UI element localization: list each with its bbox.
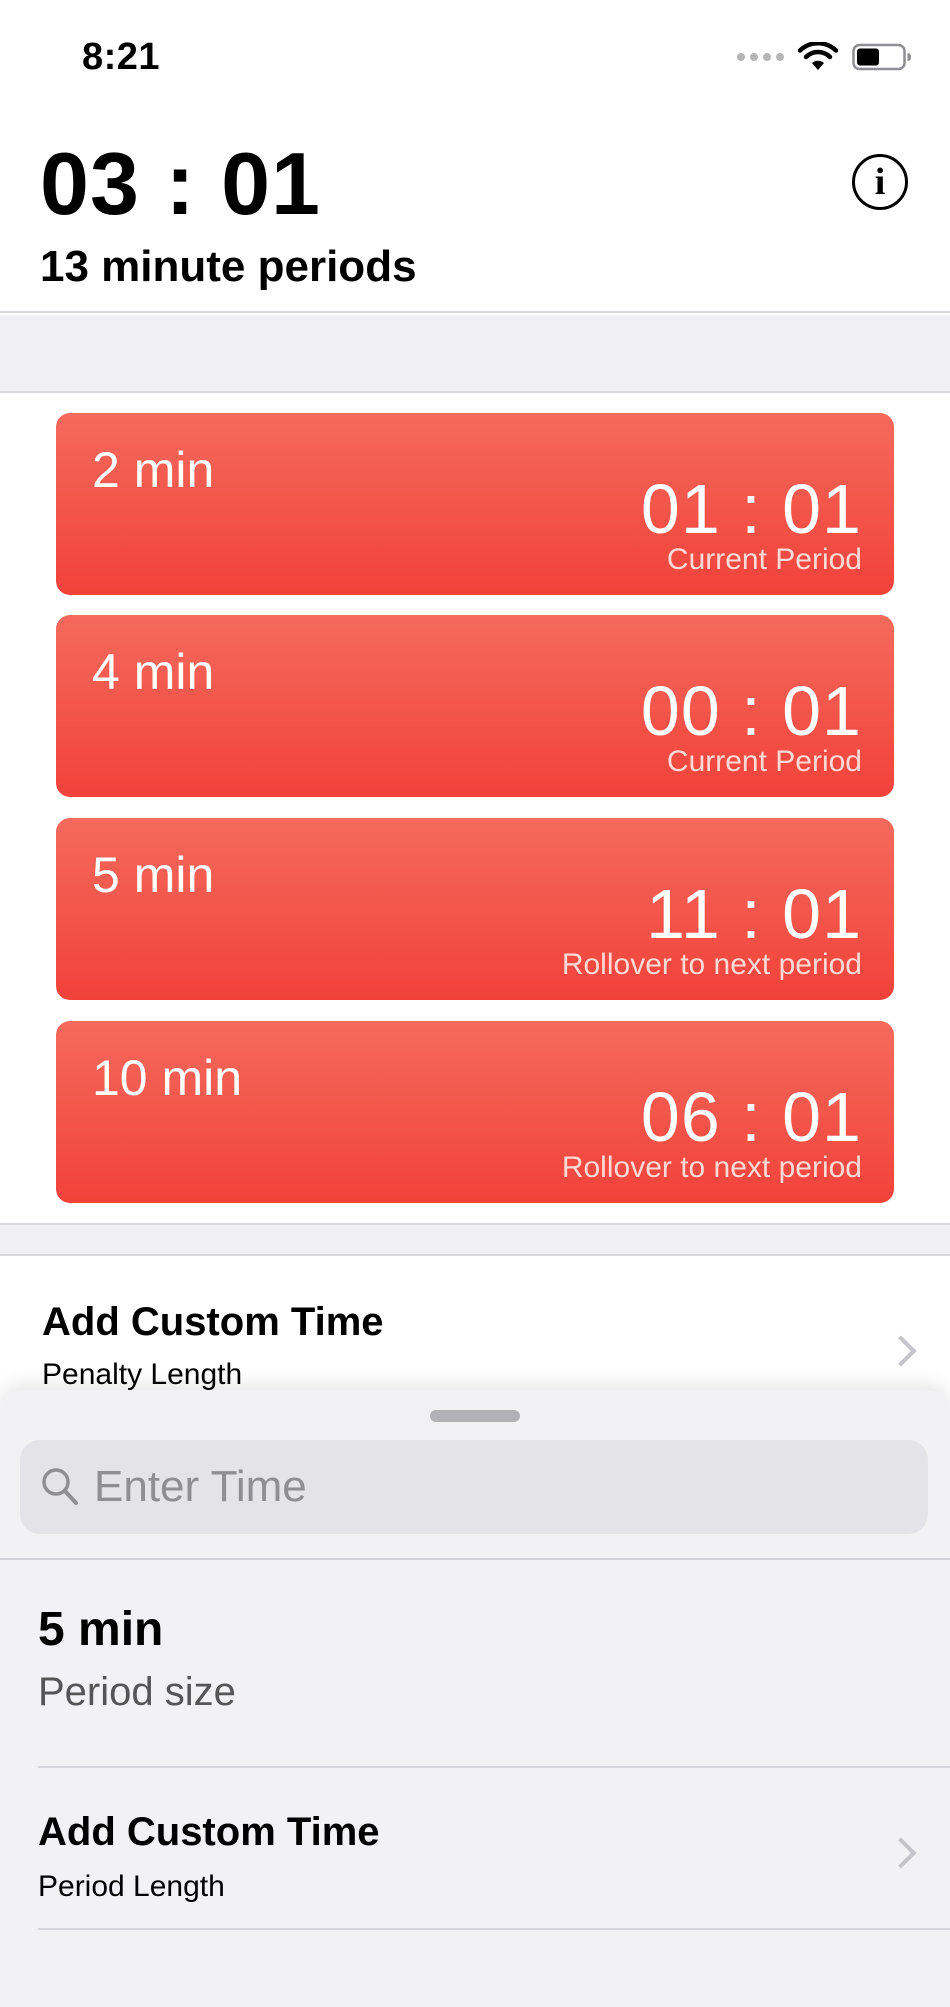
add-custom-period-row[interactable]: Add Custom Time Period Length xyxy=(0,1768,950,1928)
status-time: 8:21 xyxy=(82,36,161,78)
row-subtitle: Penalty Length xyxy=(42,1358,243,1391)
info-icon[interactable]: i xyxy=(852,154,908,210)
section-separator xyxy=(0,315,950,393)
penalty-time-remaining: 01 : 01 xyxy=(640,470,862,548)
penalty-list: 2 min 01 : 01 Current Period 4 min 00 : … xyxy=(0,395,950,1223)
add-custom-penalty-row[interactable]: Add Custom Time Penalty Length xyxy=(0,1256,950,1396)
penalty-length-label: 10 min xyxy=(92,1050,243,1106)
section-separator xyxy=(0,1223,950,1256)
penalty-card-2-min[interactable]: 2 min 01 : 01 Current Period xyxy=(56,413,894,595)
penalty-card-10-min[interactable]: 10 min 06 : 01 Rollover to next period xyxy=(56,1021,894,1203)
penalty-length-label: 2 min xyxy=(92,442,215,498)
penalty-period-note: Current Period xyxy=(666,543,862,576)
penalty-card-4-min[interactable]: 4 min 00 : 01 Current Period xyxy=(56,615,894,797)
penalty-period-note: Rollover to next period xyxy=(561,948,862,981)
signal-dots-icon xyxy=(737,53,784,61)
period-size-row[interactable]: 5 min Period size xyxy=(0,1560,950,1756)
penalty-card-5-min[interactable]: 5 min 11 : 01 Rollover to next period xyxy=(56,818,894,1000)
penalty-length-label: 4 min xyxy=(92,644,215,700)
game-clock: 03 : 01 xyxy=(40,134,321,233)
search-input[interactable] xyxy=(94,1440,904,1534)
divider xyxy=(38,1928,950,1930)
penalty-time-remaining: 00 : 01 xyxy=(640,672,862,750)
penalty-length-label: 5 min xyxy=(92,847,215,903)
search-icon xyxy=(40,1466,80,1513)
chevron-right-icon xyxy=(885,1335,917,1367)
period-length-subtitle: 13 minute periods xyxy=(40,242,417,291)
period-size-label: Period size xyxy=(38,1670,236,1714)
row-title: Add Custom Time xyxy=(38,1810,380,1854)
timer-header: 03 : 01 13 minute periods i xyxy=(0,110,950,313)
wifi-icon xyxy=(798,42,838,72)
status-bar: 8:21 xyxy=(0,0,950,110)
status-icons xyxy=(737,42,912,72)
penalty-period-note: Current Period xyxy=(666,745,862,778)
penalty-time-remaining: 06 : 01 xyxy=(640,1078,862,1156)
chevron-right-icon xyxy=(885,1837,917,1869)
search-bar[interactable] xyxy=(20,1440,928,1534)
period-size-value: 5 min xyxy=(38,1603,164,1656)
sheet-grabber[interactable] xyxy=(430,1410,520,1422)
penalty-period-note: Rollover to next period xyxy=(561,1151,862,1184)
bottom-sheet: 5 min Period size Add Custom Time Period… xyxy=(0,1390,950,2007)
row-subtitle: Period Length xyxy=(38,1870,225,1903)
battery-icon xyxy=(852,43,912,71)
row-title: Add Custom Time xyxy=(42,1300,384,1344)
penalty-time-remaining: 11 : 01 xyxy=(646,875,862,953)
